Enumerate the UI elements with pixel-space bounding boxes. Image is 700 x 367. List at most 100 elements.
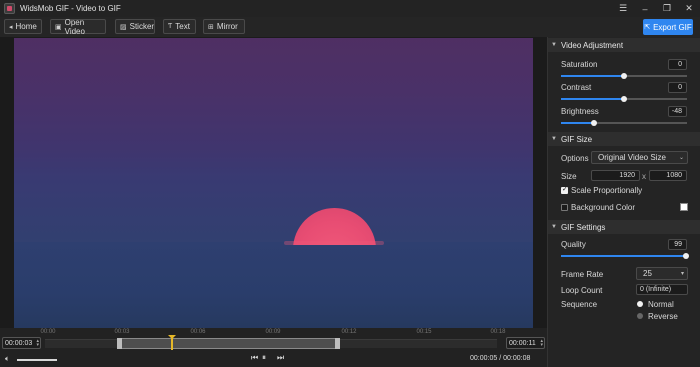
- sea-image: [14, 242, 533, 328]
- trim-end-handle[interactable]: [335, 338, 340, 349]
- text-button[interactable]: Ƭ Text: [163, 19, 196, 34]
- times-sign: x: [642, 172, 646, 181]
- volume-icon[interactable]: 🔈︎: [5, 354, 10, 364]
- contrast-value[interactable]: 0: [668, 82, 687, 93]
- timeline-ticks: 00:00 00:03 00:06 00:09 00:12 00:15 00:1…: [0, 329, 547, 338]
- contrast-label: Contrast: [561, 83, 592, 92]
- brightness-slider[interactable]: [561, 120, 687, 126]
- video-preview-area: [0, 37, 547, 328]
- slider-fill: [561, 75, 624, 77]
- timeline: 00:00 00:03 00:06 00:09 00:12 00:15 00:1…: [0, 328, 547, 367]
- sequence-normal-label: Normal: [648, 300, 674, 309]
- sun-image: [293, 208, 376, 245]
- tick-label: 00:18: [490, 329, 506, 335]
- gif-settings-header[interactable]: ▼ GIF Settings: [548, 220, 700, 234]
- loop-count-input[interactable]: 0 (Infinite): [636, 284, 688, 295]
- contrast-slider[interactable]: [561, 96, 687, 102]
- background-color-label: Background Color: [571, 203, 636, 212]
- export-label: Export GIF: [653, 22, 692, 32]
- next-frame-icon[interactable]: ⏭︎: [277, 353, 284, 363]
- end-time-spinner-icon[interactable]: ▴ ▾: [540, 339, 543, 348]
- background-color-checkbox[interactable]: [561, 204, 568, 211]
- saturation-label: Saturation: [561, 60, 598, 69]
- quality-slider[interactable]: [561, 253, 689, 259]
- size-options-dropdown[interactable]: Original Video Size ⌄: [591, 151, 688, 164]
- mirror-icon: ⊞: [208, 23, 214, 31]
- collapse-caret-icon: ▼: [551, 224, 557, 230]
- section-title: GIF Size: [560, 134, 593, 144]
- options-label: Options: [561, 154, 589, 163]
- sun-reflection: [284, 241, 384, 245]
- end-time-input[interactable]: 00:00:11 ▴ ▾: [506, 337, 545, 349]
- dropdown-value: Original Video Size: [598, 153, 666, 162]
- brightness-label: Brightness: [561, 107, 599, 116]
- tick-label: 00:15: [416, 329, 432, 335]
- start-time-spinner-icon[interactable]: ▴ ▾: [36, 339, 39, 348]
- scale-proportionally-checkbox[interactable]: [561, 185, 568, 194]
- time-separator: /: [499, 355, 502, 362]
- sequence-reverse-radio[interactable]: [637, 313, 643, 319]
- slider-knob[interactable]: [621, 73, 627, 79]
- slider-fill: [561, 122, 594, 124]
- menu-icon[interactable]: ☰: [612, 0, 634, 17]
- minimize-icon[interactable]: –: [634, 0, 656, 17]
- gif-size-header[interactable]: ▼ GIF Size: [548, 132, 700, 146]
- size-label: Size: [561, 172, 577, 181]
- section-title: GIF Settings: [560, 222, 606, 232]
- toolbar: ◂ Home ▣ Open Video ▨ Sticker Ƭ Text ⊞ M…: [0, 17, 700, 37]
- slider-knob[interactable]: [590, 120, 597, 126]
- slider-knob[interactable]: [682, 253, 689, 259]
- video-frame[interactable]: [14, 38, 533, 328]
- restore-icon[interactable]: ❐: [656, 0, 678, 17]
- trim-start-handle[interactable]: [117, 338, 122, 349]
- sequence-reverse-label: Reverse: [648, 312, 678, 321]
- sticker-button[interactable]: ▨ Sticker: [115, 19, 155, 34]
- home-label: Home: [15, 22, 37, 31]
- frame-rate-label: Frame Rate: [561, 270, 604, 279]
- tick-label: 00:06: [190, 329, 206, 335]
- clip-selection[interactable]: [117, 338, 340, 349]
- start-time-input[interactable]: 00:00:03 ▴ ▾: [2, 337, 41, 349]
- collapse-caret-icon: ▼: [551, 42, 557, 48]
- mirror-label: Mirror: [216, 22, 238, 31]
- open-video-label: Open Video: [64, 17, 85, 36]
- pause-icon[interactable]: ⏸︎: [262, 353, 266, 363]
- tick-label: 00:03: [114, 329, 130, 335]
- window-controls: ☰ – ❐ ✕: [612, 0, 700, 17]
- back-arrow-icon: ◂: [9, 23, 13, 31]
- quality-label: Quality: [561, 240, 586, 249]
- brightness-value[interactable]: -48: [668, 106, 687, 117]
- text-icon: Ƭ: [168, 23, 173, 30]
- mirror-button[interactable]: ⊞ Mirror: [203, 19, 245, 34]
- sequence-label: Sequence: [561, 300, 598, 309]
- close-icon[interactable]: ✕: [678, 0, 700, 17]
- window-title: WidsMob GIF - Video to GIF: [20, 4, 121, 13]
- height-input[interactable]: 1080: [649, 170, 687, 181]
- sequence-normal-radio[interactable]: [637, 301, 643, 307]
- home-button[interactable]: ◂ Home: [4, 19, 42, 34]
- scale-proportionally-label: Scale Proportionally: [571, 186, 643, 195]
- chevron-down-icon: ⌄: [678, 155, 684, 161]
- saturation-slider[interactable]: [561, 73, 687, 79]
- app-logo-icon: [4, 3, 15, 14]
- slider-fill: [561, 255, 686, 257]
- collapse-caret-icon: ▼: [551, 136, 557, 142]
- sticker-icon: ▨: [120, 23, 127, 31]
- title-bar: WidsMob GIF - Video to GIF ☰ – ❐ ✕: [0, 0, 700, 17]
- current-time: 00:00:05: [470, 355, 498, 362]
- saturation-value[interactable]: 0: [668, 59, 687, 70]
- chevron-down-icon: ▾: [680, 271, 684, 277]
- export-gif-button[interactable]: ⇱ Export GIF: [643, 19, 693, 35]
- sticker-label: Sticker: [129, 22, 155, 31]
- quality-value[interactable]: 99: [668, 239, 687, 250]
- open-video-button[interactable]: ▣ Open Video: [50, 17, 106, 36]
- previous-frame-icon[interactable]: ⏮︎: [251, 353, 258, 363]
- playhead[interactable]: [168, 335, 176, 350]
- background-color-swatch[interactable]: [680, 203, 688, 211]
- export-icon: ⇱: [644, 24, 651, 31]
- frame-rate-dropdown[interactable]: 25 ▾: [636, 267, 688, 280]
- slider-knob[interactable]: [621, 96, 627, 102]
- width-input[interactable]: 1920: [591, 170, 640, 181]
- video-adjustment-header[interactable]: ▼ Video Adjustment: [548, 38, 700, 52]
- volume-slider[interactable]: [17, 359, 57, 361]
